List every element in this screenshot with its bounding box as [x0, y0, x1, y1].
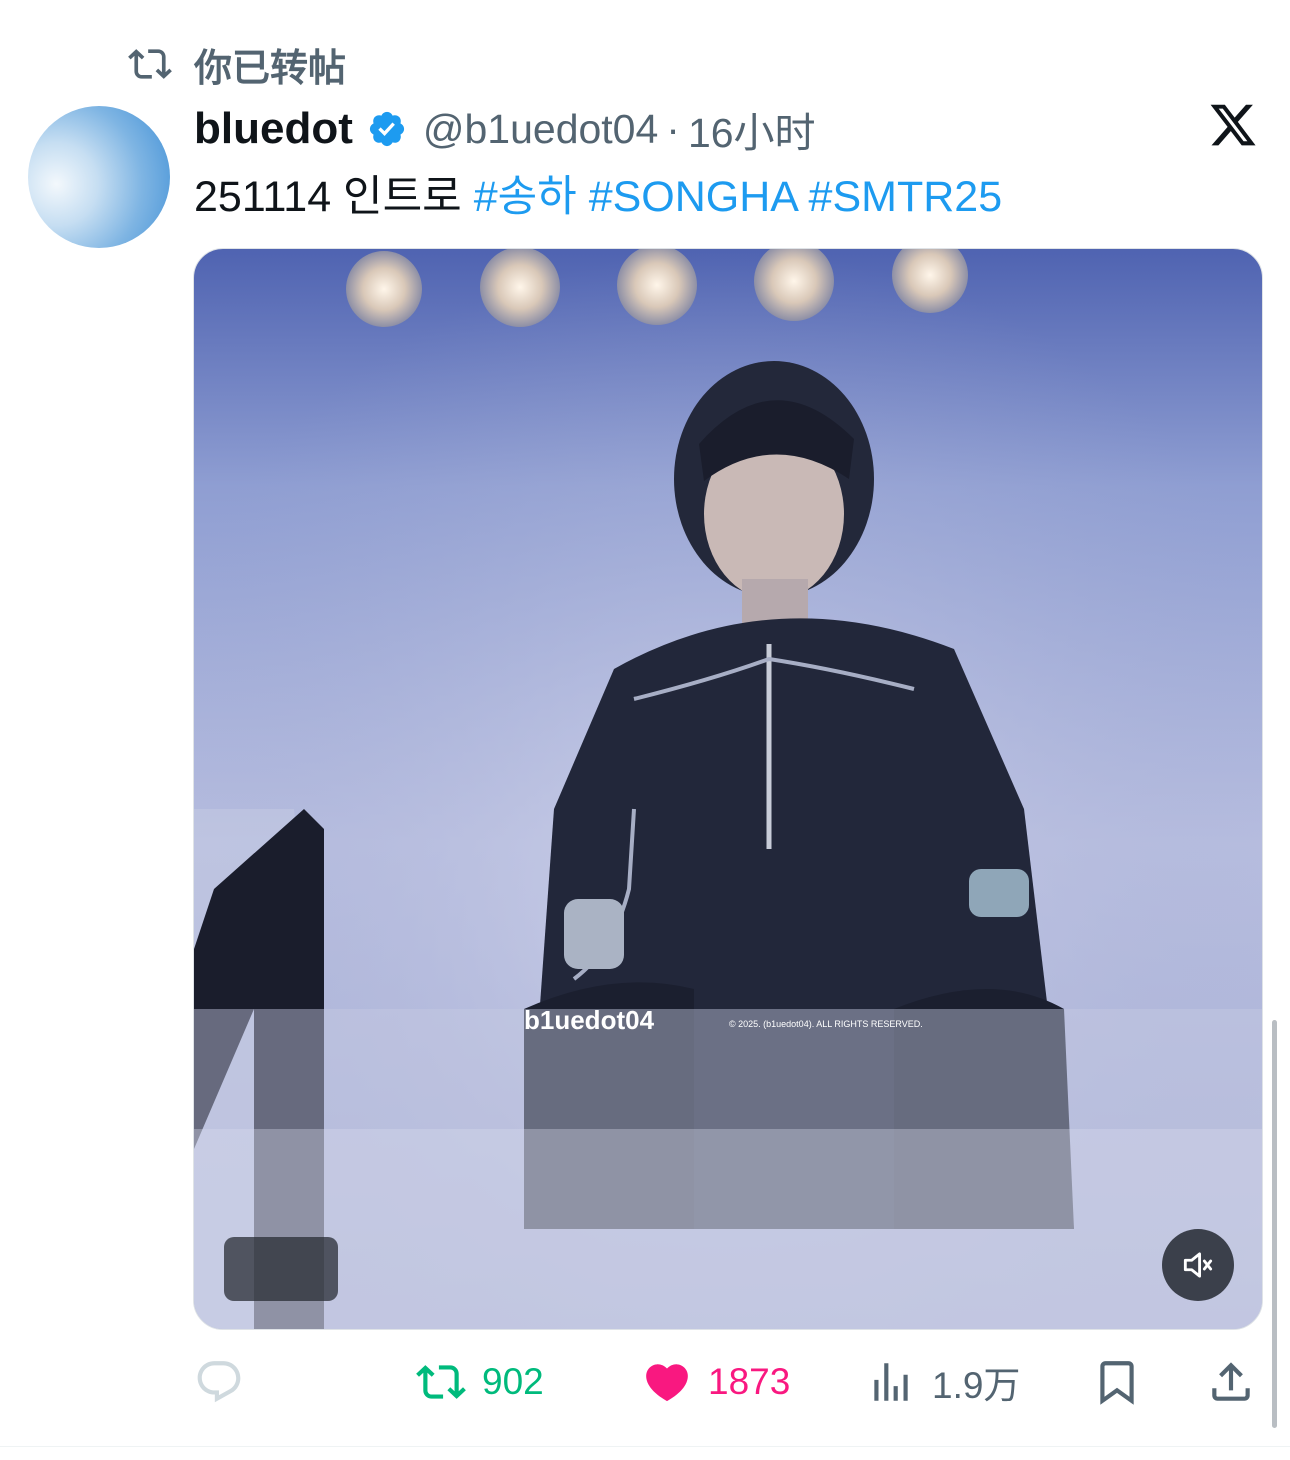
x-logo-icon	[1210, 104, 1256, 146]
views-chart-icon	[874, 1363, 908, 1401]
share-icon	[1212, 1362, 1250, 1401]
bookmark-icon	[1100, 1361, 1134, 1405]
repost-icon	[128, 49, 172, 79]
user-handle[interactable]: @b1uedot04	[423, 106, 658, 153]
tweet-header: bluedot @b1uedot04 · 16小时	[194, 100, 816, 158]
scrollbar[interactable]	[1272, 1020, 1277, 1428]
video-frame: b1uedot04 © 2025. (b1uedot04). ALL RIGHT…	[194, 249, 1262, 1329]
hashtag-songha[interactable]: #SONGHA	[589, 173, 797, 221]
video-overlay-badge	[224, 1237, 338, 1301]
hashtag-songha-kr[interactable]: #송하	[474, 173, 577, 221]
reply-icon	[197, 1361, 241, 1403]
post-time[interactable]: 16小时	[688, 99, 816, 159]
hashtag-smtr25[interactable]: #SMTR25	[809, 173, 1003, 221]
views-button[interactable]: 1.9万	[866, 1350, 1020, 1414]
separator-dot: ·	[666, 105, 680, 152]
repost-notice: 你已转帖	[128, 40, 346, 90]
action-bar: 902 1873 1.9万	[0, 1350, 1290, 1414]
volume-muted-icon	[1183, 1252, 1213, 1278]
display-name[interactable]: bluedot	[194, 104, 353, 154]
watermark-brand: b1uedot04	[524, 1005, 655, 1035]
like-count: 1873	[708, 1361, 791, 1402]
mute-button[interactable]	[1162, 1229, 1234, 1301]
repost-notice-text: 你已转帖	[194, 47, 347, 90]
heart-icon	[646, 1364, 688, 1402]
reply-button[interactable]	[194, 1350, 260, 1414]
avatar[interactable]	[28, 106, 170, 248]
repost-count: 902	[482, 1361, 544, 1402]
views-count: 1.9万	[932, 1365, 1021, 1406]
tweet-text: 251114 인트로 #송하 #SONGHA #SMTR25	[194, 162, 1002, 224]
divider	[0, 1446, 1290, 1447]
video-player[interactable]: b1uedot04 © 2025. (b1uedot04). ALL RIGHT…	[193, 248, 1263, 1330]
like-button[interactable]: 1873	[642, 1350, 790, 1414]
share-button[interactable]	[1206, 1350, 1256, 1414]
repost-icon	[416, 1365, 466, 1399]
watermark-copyright: © 2025. (b1uedot04). ALL RIGHTS RESERVED…	[729, 1019, 923, 1029]
bookmark-button[interactable]	[1092, 1350, 1142, 1414]
tweet-body: 251114 인트로	[194, 173, 462, 221]
repost-button[interactable]: 902	[416, 1350, 544, 1414]
verified-badge-icon	[369, 111, 404, 147]
